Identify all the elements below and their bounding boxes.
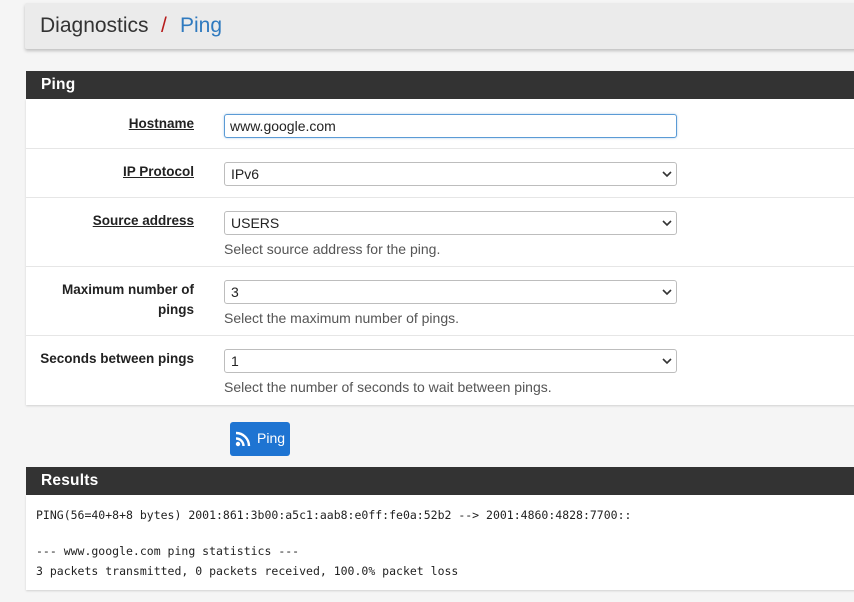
ping-button-label: Ping xyxy=(257,430,286,446)
source-address-label: Source address xyxy=(92,213,194,228)
ping-form: Hostname www.google.com IP Protocol IPv6… xyxy=(26,99,854,405)
seconds-between-select[interactable]: 1 xyxy=(224,349,677,373)
ping-button[interactable]: Ping xyxy=(230,422,290,456)
results-panel-header: Results xyxy=(26,467,854,495)
breadcrumb-diagnostics[interactable]: Diagnostics xyxy=(40,14,149,38)
breadcrumb-separator: / xyxy=(161,14,167,37)
ping-panel-header: Ping xyxy=(26,71,854,99)
max-pings-help: Select the maximum number of pings. xyxy=(224,310,459,326)
results-line: PING(56=40+8+8 bytes) 2001:861:3b00:a5c1… xyxy=(36,508,632,522)
chevron-down-icon xyxy=(662,289,672,296)
hostname-label: Hostname xyxy=(128,116,194,131)
hostname-input[interactable]: www.google.com xyxy=(224,114,677,138)
rss-icon xyxy=(235,431,251,447)
ip-protocol-label: IP Protocol xyxy=(122,164,194,179)
max-pings-label-line2: pings xyxy=(158,302,194,317)
source-address-select[interactable]: USERS xyxy=(224,211,677,235)
hostname-value: www.google.com xyxy=(230,118,336,134)
hostname-row: Hostname www.google.com xyxy=(26,99,854,149)
results-line: 3 packets transmitted, 0 packets receive… xyxy=(36,564,459,578)
source-address-help: Select source address for the ping. xyxy=(224,241,441,257)
breadcrumb: Diagnostics / Ping xyxy=(25,3,854,49)
max-pings-value: 3 xyxy=(231,284,239,300)
max-pings-label: Maximum number of pings xyxy=(62,280,194,320)
max-pings-select[interactable]: 3 xyxy=(224,280,677,304)
seconds-between-label: Seconds between pings xyxy=(40,351,194,366)
max-pings-label-line1: Maximum number of xyxy=(61,282,194,297)
chevron-down-icon xyxy=(662,358,672,365)
seconds-between-help: Select the number of seconds to wait bet… xyxy=(224,379,552,395)
max-pings-row: Maximum number of pings 3 Select the max… xyxy=(26,266,854,336)
ip-protocol-row: IP Protocol IPv6 xyxy=(26,148,854,198)
results-line: --- www.google.com ping statistics --- xyxy=(36,544,300,558)
source-address-row: Source address USERS Select source addre… xyxy=(26,197,854,267)
chevron-down-icon xyxy=(662,171,672,178)
ip-protocol-value: IPv6 xyxy=(231,166,260,182)
chevron-down-icon xyxy=(662,220,672,227)
ip-protocol-select[interactable]: IPv6 xyxy=(224,162,677,186)
results-output: PING(56=40+8+8 bytes) 2001:861:3b00:a5c1… xyxy=(26,495,854,590)
source-address-value: USERS xyxy=(231,215,280,231)
seconds-between-value: 1 xyxy=(231,353,239,369)
breadcrumb-ping[interactable]: Ping xyxy=(180,14,222,38)
seconds-between-row: Seconds between pings 1 Select the numbe… xyxy=(26,335,854,405)
